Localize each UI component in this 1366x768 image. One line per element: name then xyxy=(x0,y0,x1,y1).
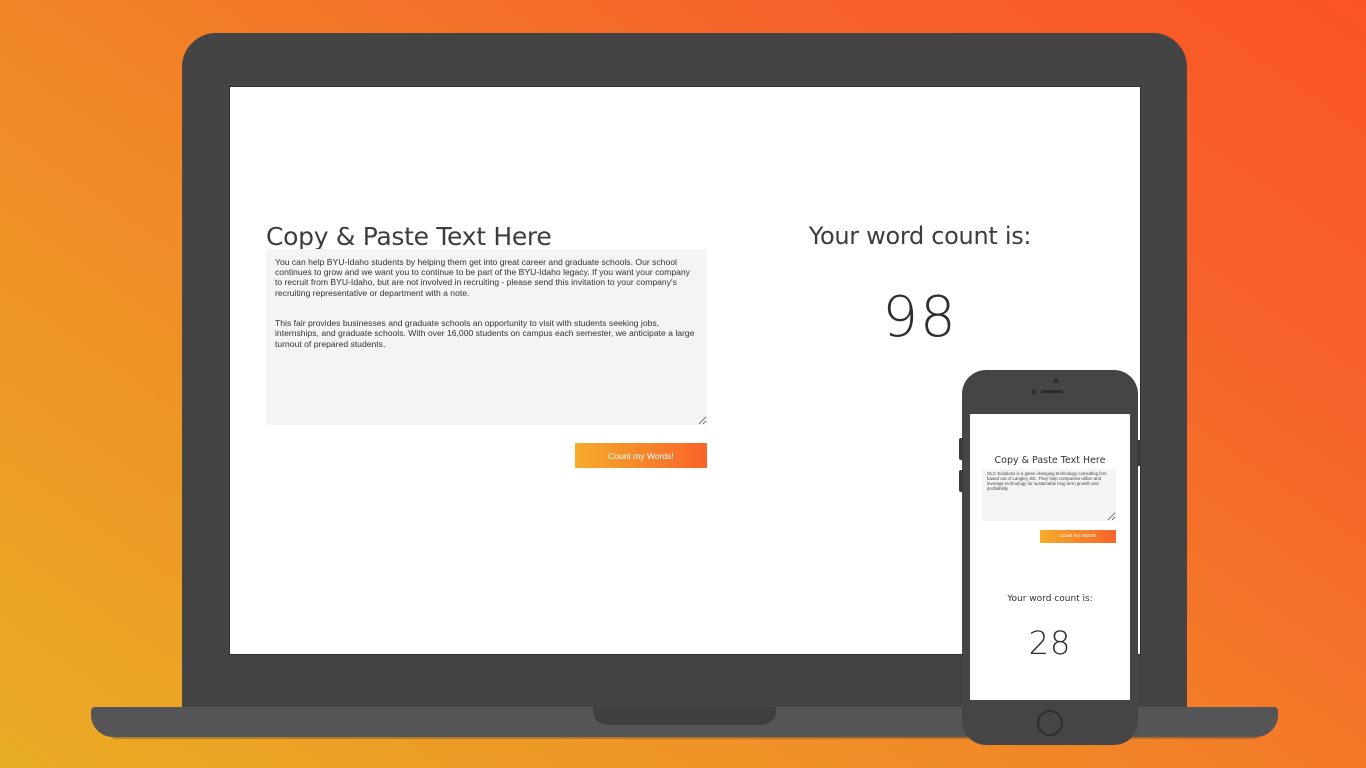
phone-speaker xyxy=(1041,390,1063,393)
desktop-word-count-title: Your word count is: xyxy=(808,222,1032,250)
mobile-word-count-title: Your word count is: xyxy=(1007,594,1093,604)
desktop-page-heading: Copy & Paste Text Here xyxy=(266,222,552,251)
phone-sensor xyxy=(1032,390,1036,394)
mobile-page-heading: Copy & Paste Text Here xyxy=(994,455,1106,466)
desktop-text-input[interactable]: You can help BYU-Idaho students by helpi… xyxy=(266,249,707,425)
phone-home-button[interactable] xyxy=(1037,710,1063,736)
phone-volume-button xyxy=(959,438,963,460)
phone-screen: Copy & Paste Text Here GLC Solutions is … xyxy=(970,414,1130,700)
mobile-count-words-button[interactable]: Count my Words! xyxy=(1040,530,1116,543)
laptop-notch xyxy=(593,707,776,725)
phone-camera xyxy=(1054,379,1058,383)
phone-power-button xyxy=(1137,440,1141,466)
mobile-text-input[interactable]: GLC Solutions is a game changing technol… xyxy=(982,469,1116,521)
desktop-count-words-button[interactable]: Count my Words! xyxy=(575,443,707,468)
mobile-word-count-value: 28 xyxy=(1028,624,1072,662)
phone-volume-button xyxy=(959,470,963,492)
desktop-word-count-value: 98 xyxy=(882,285,958,350)
phone-frame: Copy & Paste Text Here GLC Solutions is … xyxy=(959,370,1141,745)
